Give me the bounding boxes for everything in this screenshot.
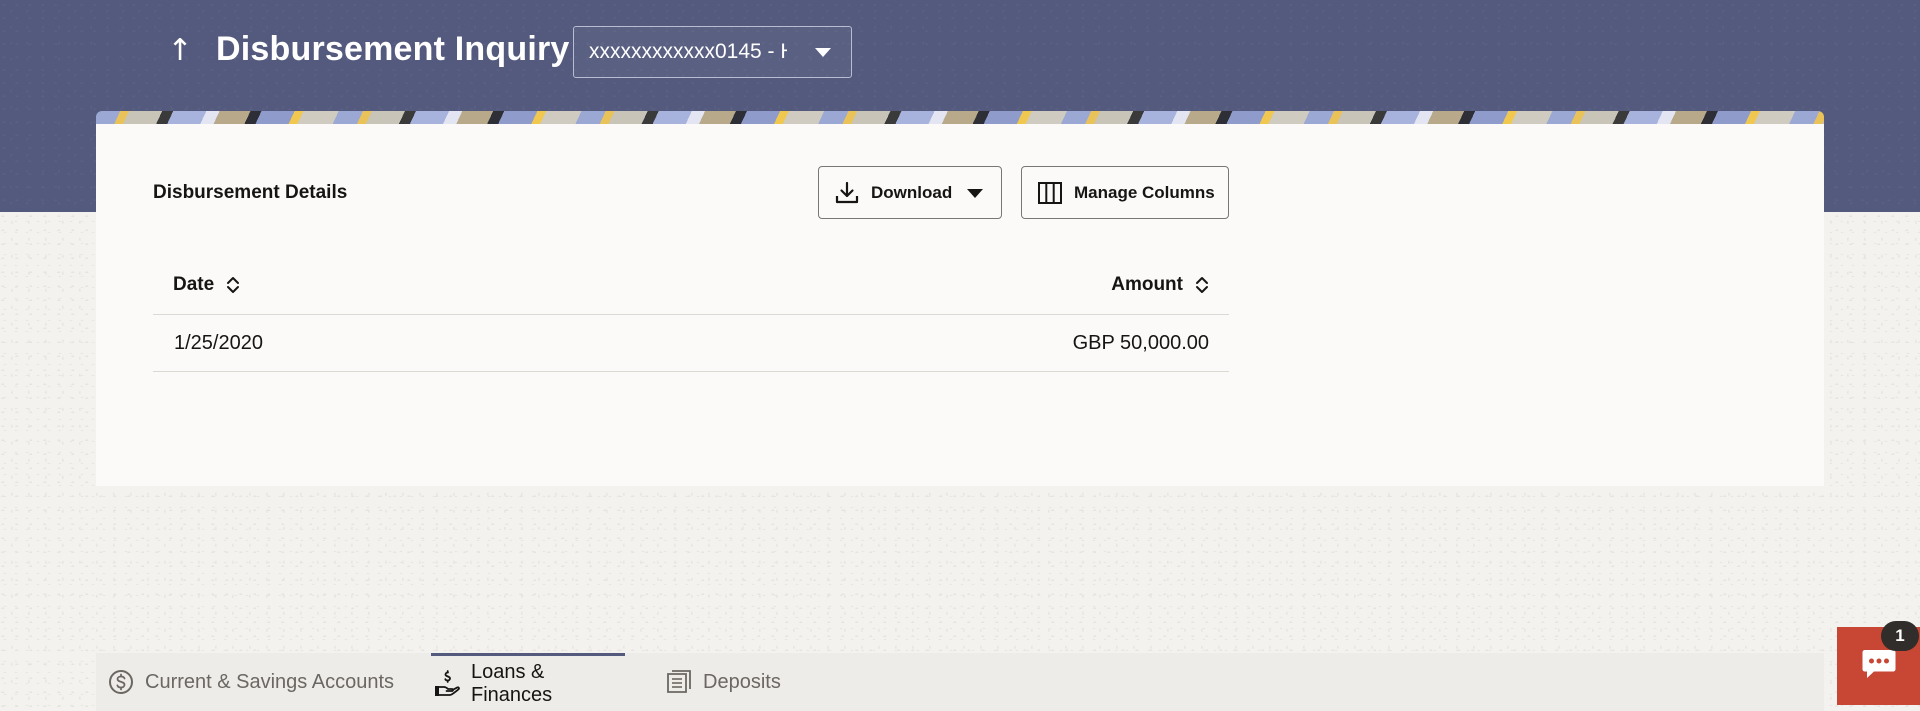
manage-columns-button[interactable]: Manage Columns: [1021, 166, 1229, 219]
decorative-banner: [96, 111, 1824, 124]
chevron-down-icon: [967, 189, 983, 198]
section-title: Disbursement Details: [153, 182, 348, 203]
download-label: Download: [871, 182, 953, 202]
notification-badge: 1: [1881, 621, 1919, 651]
column-header-date[interactable]: Date: [153, 274, 1111, 296]
account-selector-value: xxxxxxxxxxxx0145 - Ho: [589, 40, 787, 63]
download-icon: [833, 179, 861, 207]
tab-current-savings-accounts[interactable]: Current & Savings Accounts: [107, 653, 394, 711]
sort-icon: [1195, 275, 1209, 295]
dollar-circle-icon: [107, 668, 135, 696]
back-arrow-icon[interactable]: ↑: [166, 34, 194, 68]
column-header-amount[interactable]: Amount: [1111, 274, 1229, 296]
chat-bubble-icon: [1861, 647, 1897, 686]
tab-deposits[interactable]: Deposits: [665, 653, 781, 711]
tab-loans-finances[interactable]: Loans & Finances: [431, 653, 625, 711]
account-selector[interactable]: xxxxxxxxxxxx0145 - Ho: [573, 26, 852, 78]
chevron-down-icon: [815, 48, 831, 57]
column-header-label: Amount: [1111, 273, 1183, 295]
download-button[interactable]: Download: [818, 166, 1002, 219]
columns-icon: [1036, 179, 1064, 207]
tab-label: Current & Savings Accounts: [145, 670, 395, 693]
tab-label: Deposits: [703, 670, 781, 693]
cell-amount: GBP 50,000.00: [1072, 331, 1209, 354]
deposit-ledger-icon: [665, 668, 693, 696]
manage-columns-label: Manage Columns: [1074, 182, 1215, 202]
hand-money-icon: [433, 669, 461, 698]
cell-date: 1/25/2020: [174, 331, 263, 354]
table-row: 1/25/2020 GBP 50,000.00: [153, 315, 1229, 372]
disbursement-table: Date Amount 1/25/2020 GBP 50,000.00: [153, 255, 1229, 372]
column-header-label: Date: [173, 273, 215, 295]
page-title: Disbursement Inquiry: [216, 30, 570, 68]
tab-label: Loans & Finances: [471, 660, 553, 706]
sort-icon: [226, 275, 240, 295]
table-header: Date Amount: [153, 255, 1229, 315]
